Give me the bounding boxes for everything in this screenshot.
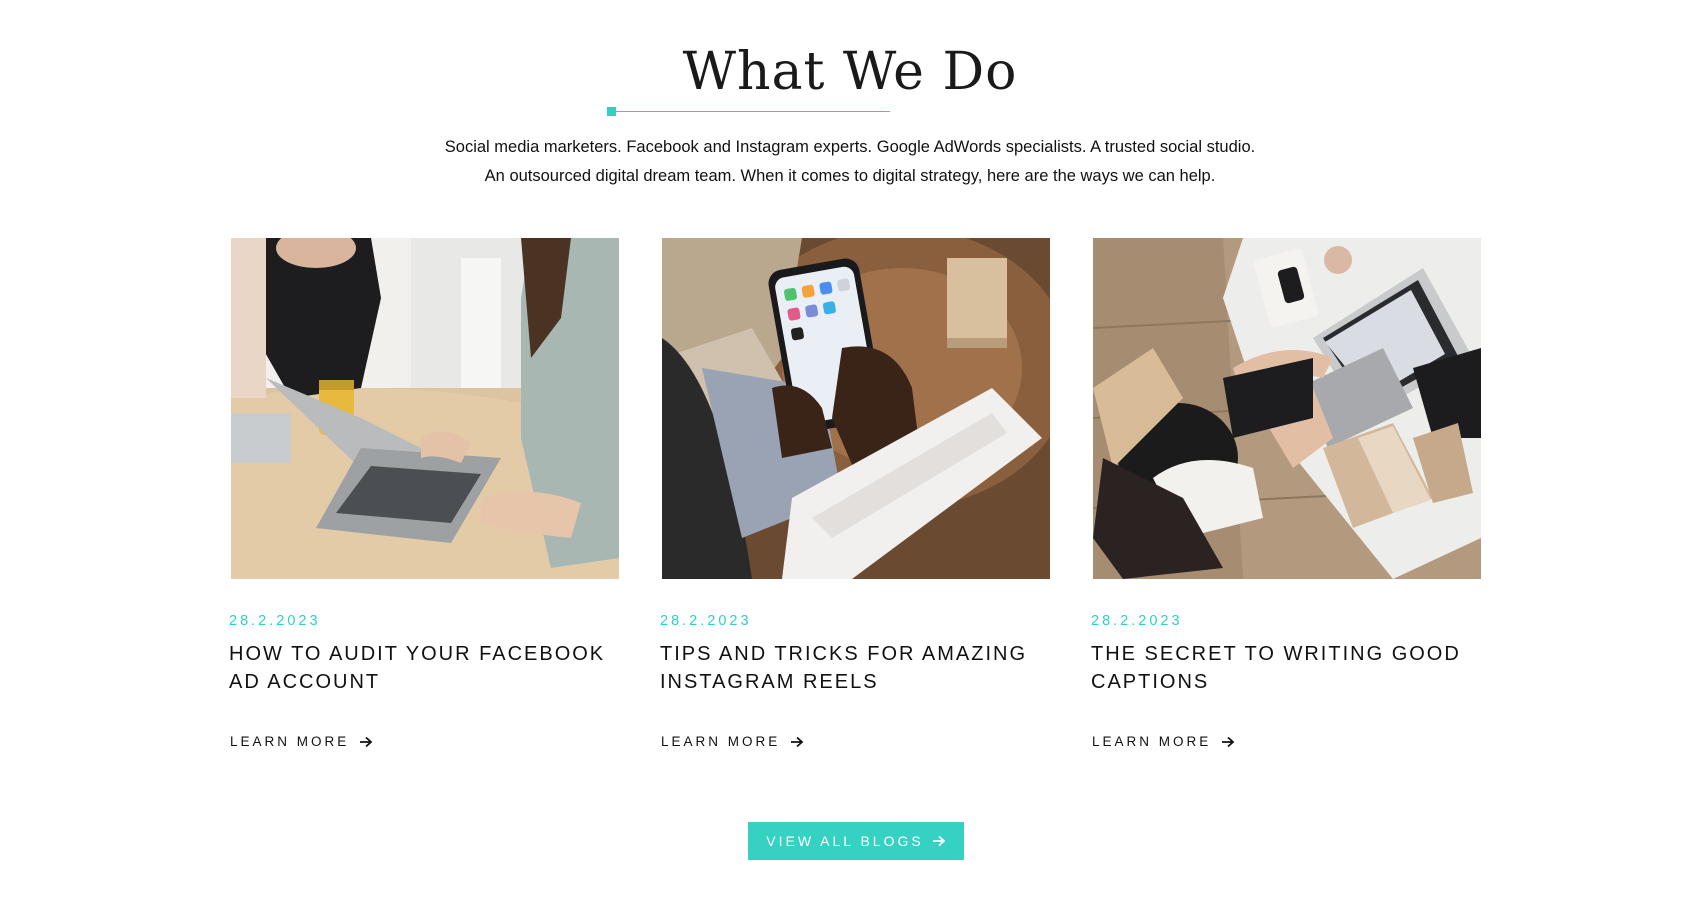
arrow-right-icon <box>359 736 373 748</box>
learn-more-link[interactable]: LEARN MORE <box>661 734 804 749</box>
blog-card-captions: 28.2.2023 The secret to writing good cap… <box>1091 238 1481 749</box>
learn-more-link[interactable]: LEARN MORE <box>230 734 373 749</box>
blog-card-image-smartphone[interactable] <box>662 238 1050 579</box>
blog-card-date: 28.2.2023 <box>660 613 752 629</box>
arrow-right-icon <box>790 736 804 748</box>
learn-more-label: LEARN MORE <box>1092 734 1212 749</box>
blog-card-facebook-audit: 28.2.2023 How to audit your Facebook Ad … <box>229 238 619 749</box>
intro-line-2: An outsourced digital dream team. When i… <box>484 167 1216 185</box>
blog-card-title[interactable]: Tips and tricks for amazing Instagram re… <box>660 640 1060 696</box>
learn-more-link[interactable]: LEARN MORE <box>1092 734 1235 749</box>
section-intro: Social media marketers. Facebook and Ins… <box>0 133 1700 191</box>
learn-more-label: LEARN MORE <box>661 734 781 749</box>
blog-card-instagram-reels: 28.2.2023 Tips and tricks for amazing In… <box>660 238 1050 749</box>
blog-card-title[interactable]: The secret to writing good captions <box>1091 640 1491 696</box>
learn-more-label: LEARN MORE <box>230 734 350 749</box>
arrow-right-icon <box>932 835 946 847</box>
blog-card-image-women-laptop[interactable] <box>231 238 619 579</box>
blog-card-title[interactable]: How to audit your Facebook Ad account <box>229 640 629 696</box>
view-all-blogs-button[interactable]: VIEW ALL BLOGS <box>748 822 964 860</box>
section-title: What We Do <box>682 42 1018 102</box>
blog-card-date: 28.2.2023 <box>1091 613 1183 629</box>
blog-card-date: 28.2.2023 <box>229 613 321 629</box>
title-underline <box>612 111 890 112</box>
blog-card-image-woman-desk[interactable] <box>1093 238 1481 579</box>
what-we-do-section: What We Do Social media marketers. Faceb… <box>0 0 1700 910</box>
arrow-right-icon <box>1221 736 1235 748</box>
view-all-blogs-label: VIEW ALL BLOGS <box>766 833 924 849</box>
intro-line-1: Social media marketers. Facebook and Ins… <box>444 138 1256 156</box>
